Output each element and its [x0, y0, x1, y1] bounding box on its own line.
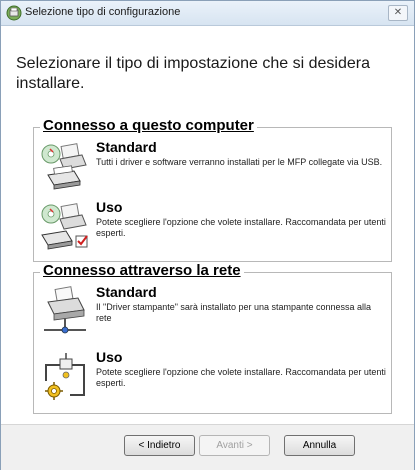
button-bar: < Indietro Avanti > Annulla [1, 424, 414, 470]
option-title: Uso [96, 349, 123, 365]
setup-window: Selezione tipo di configurazione ✕ Selez… [0, 0, 415, 470]
option-description: Il "Driver stampante" sarà installato pe… [96, 302, 372, 323]
close-button[interactable]: ✕ [388, 5, 408, 21]
back-button[interactable]: < Indietro [124, 435, 195, 456]
next-button[interactable]: Avanti > [199, 435, 270, 456]
printer-cd-icon [41, 143, 87, 190]
dialog-content: Selezionare il tipo di impostazione che … [1, 26, 414, 424]
close-icon: ✕ [393, 7, 403, 18]
option-local-standard[interactable]: Standard Tutti i driver e software verra… [34, 138, 391, 198]
option-title: Uso [96, 199, 123, 215]
title-bar[interactable]: Selezione tipo di configurazione ✕ [1, 1, 414, 26]
option-description: Potete scegliere l'opzione che volete in… [96, 217, 386, 238]
printer-cd-checkbox-icon [41, 203, 88, 250]
cancel-button[interactable]: Annulla [284, 435, 355, 456]
option-title: Standard [96, 284, 157, 300]
group-legend-local: Connesso a questo computer [40, 117, 257, 134]
network-printer-icon [44, 286, 86, 334]
page-heading: Selezionare il tipo di impostazione che … [16, 55, 370, 92]
option-description: Tutti i driver e software verranno insta… [96, 157, 383, 167]
option-title: Standard [96, 139, 157, 155]
option-description: Potete scegliere l'opzione che volete in… [96, 367, 386, 388]
option-network-standard[interactable]: Standard Il "Driver stampante" sarà inst… [34, 283, 391, 343]
group-legend-network: Connesso attraverso la rete [40, 262, 244, 279]
group-local-computer: Connesso a questo computer Standard Tutt… [33, 117, 392, 262]
setup-app-icon [6, 5, 22, 21]
window-title: Selezione tipo di configurazione [25, 6, 181, 18]
option-local-custom[interactable]: Uso Potete scegliere l'opzione che volet… [34, 198, 391, 258]
group-network: Connesso attraverso la rete Standard Il … [33, 262, 392, 414]
option-network-custom[interactable]: Uso Potete scegliere l'opzione che volet… [34, 348, 391, 408]
network-gear-icon [45, 353, 85, 400]
